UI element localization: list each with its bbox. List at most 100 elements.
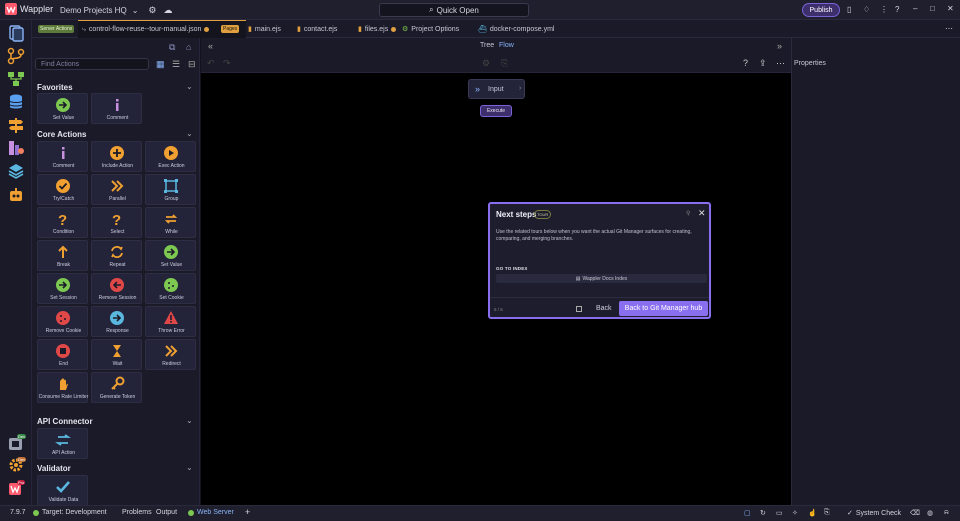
action-tile-set-value[interactable]: Set Value: [37, 93, 88, 124]
action-tile-validate-data[interactable]: Validate Data: [37, 475, 88, 505]
layers-icon[interactable]: [7, 162, 25, 180]
input-node[interactable]: » Input ›: [468, 79, 525, 99]
panel-icon[interactable]: ▢: [744, 509, 751, 517]
tab-flow[interactable]: Flow: [499, 42, 514, 49]
action-tile-consume-rate-limiter[interactable]: Consume Rate Limiter: [37, 372, 88, 403]
publish-button[interactable]: Publish: [802, 3, 840, 17]
execute-node[interactable]: Execute: [480, 105, 512, 117]
minimize-icon[interactable]: –: [913, 4, 917, 13]
target-selector[interactable]: Target: Development: [33, 509, 107, 516]
app-logo[interactable]: Wappler: [5, 3, 53, 15]
action-tile-exec-action[interactable]: Exec Action: [145, 141, 196, 172]
refresh-icon[interactable]: ↻: [760, 509, 766, 517]
chevron-down-icon[interactable]: ⌄: [186, 82, 193, 91]
grid-view-icon[interactable]: ▦: [156, 59, 165, 70]
globe-icon[interactable]: ◍: [927, 509, 933, 517]
system-check-button[interactable]: ✓ System Check: [847, 509, 901, 518]
help-icon[interactable]: ?: [895, 5, 899, 14]
eraser-icon[interactable]: ⌫: [910, 509, 920, 517]
action-tile-end[interactable]: End: [37, 339, 88, 370]
undo-icon[interactable]: ↶: [207, 58, 215, 69]
action-tile-set-value[interactable]: Set Value: [145, 240, 196, 271]
collapse-all-icon[interactable]: ⊟: [188, 59, 196, 70]
action-tile-remove-cookie[interactable]: Remove Cookie: [37, 306, 88, 337]
tab-main-ejs[interactable]: ▮ main.ejs: [244, 20, 285, 38]
back-to-git-manager-button[interactable]: Back to Git Manager hub: [619, 301, 708, 316]
back-button[interactable]: Back: [596, 305, 612, 312]
output-tab[interactable]: Output: [156, 509, 177, 516]
action-tile-group[interactable]: Group: [145, 174, 196, 205]
more-icon[interactable]: ⋮: [880, 5, 888, 14]
close-icon[interactable]: ✕: [947, 4, 954, 13]
close-icon[interactable]: ✕: [698, 208, 706, 219]
action-tile-condition[interactable]: ? Condition: [37, 207, 88, 238]
tab-overflow-icon[interactable]: ⋯: [945, 24, 953, 33]
bell-icon[interactable]: ⍾: [944, 509, 949, 517]
docs-index-button[interactable]: ▤ Wappler Docs Index: [496, 274, 707, 283]
workflow-icon[interactable]: [7, 70, 25, 88]
thumbs-up-icon[interactable]: ☝: [808, 509, 817, 517]
section-validator[interactable]: Validator: [37, 464, 71, 473]
action-tile-while[interactable]: While: [145, 207, 196, 238]
action-tile-include-action[interactable]: Include Action: [91, 141, 142, 172]
share-icon[interactable]: ⧉: [169, 42, 175, 53]
gear-icon[interactable]: ⚙: [148, 5, 156, 16]
problems-tab[interactable]: Problems: [122, 509, 152, 516]
tab-project-options[interactable]: ⚙ Project Options: [398, 20, 463, 38]
tab-contact-ejs[interactable]: ▮ contact.ejs: [293, 20, 341, 38]
section-core-actions[interactable]: Core Actions: [37, 130, 87, 139]
action-tile-remove-session[interactable]: Remove Session: [91, 273, 142, 304]
action-tile-select[interactable]: ? Select: [91, 207, 142, 238]
theme-icon[interactable]: ♢: [863, 5, 870, 14]
tab-tree[interactable]: Tree: [480, 42, 494, 49]
files-icon[interactable]: [7, 24, 25, 42]
robot-icon[interactable]: ⌂: [186, 42, 191, 52]
pin-icon[interactable]: ⚲: [686, 210, 690, 217]
action-tile-response[interactable]: Response: [91, 306, 142, 337]
resources-icon[interactable]: [7, 139, 25, 157]
layout-icon[interactable]: ▯: [847, 5, 851, 14]
add-icon[interactable]: +: [245, 507, 250, 517]
action-tile-set-cookie[interactable]: Set Cookie: [145, 273, 196, 304]
list-view-icon[interactable]: ☰: [172, 59, 180, 70]
git-icon[interactable]: [7, 47, 25, 65]
action-tile-api-action[interactable]: API Action: [37, 428, 88, 459]
remote-icon[interactable]: ☁: [163, 5, 172, 16]
collapse-right-icon[interactable]: »: [777, 41, 782, 51]
maximize-icon[interactable]: □: [930, 4, 935, 13]
section-api-connector[interactable]: API Connector: [37, 417, 93, 426]
database-icon[interactable]: [7, 93, 25, 111]
action-tile-break[interactable]: Break: [37, 240, 88, 271]
action-tile-set-session[interactable]: Set Session: [37, 273, 88, 304]
action-tile-throw-error[interactable]: Throw Error: [145, 306, 196, 337]
redo-icon[interactable]: ↷: [223, 58, 231, 69]
section-favorites[interactable]: Favorites: [37, 83, 73, 92]
action-tile-generate-token[interactable]: Generate Token: [91, 372, 142, 403]
action-tile-comment[interactable]: Comment: [37, 141, 88, 172]
action-tile-try-catch[interactable]: Try/Catch: [37, 174, 88, 205]
link-icon[interactable]: ⎘: [824, 509, 830, 517]
action-tile-comment[interactable]: Comment: [91, 93, 142, 124]
tab-docker-compose[interactable]: ⛴ docker-compose.yml: [474, 20, 558, 38]
signpost-icon[interactable]: [7, 116, 25, 134]
tab-server-action[interactable]: Server Actions: [34, 20, 78, 38]
action-tile-parallel[interactable]: Parallel: [91, 174, 142, 205]
export-icon[interactable]: ⇪: [759, 58, 767, 69]
tools-icon[interactable]: ✧: [792, 509, 798, 517]
chevron-down-icon[interactable]: ⌄: [186, 129, 193, 138]
help-icon[interactable]: ?: [743, 58, 748, 68]
tab-pages-badge[interactable]: Pages: [217, 20, 243, 38]
web-server-tab[interactable]: Web Server: [188, 509, 234, 516]
chevron-down-icon[interactable]: ⌄: [186, 416, 193, 425]
action-tile-repeat[interactable]: Repeat: [91, 240, 142, 271]
more-icon[interactable]: ⋯: [776, 58, 785, 69]
dont-show-checkbox[interactable]: [576, 306, 582, 312]
ai-robot-icon[interactable]: [7, 186, 25, 204]
project-selector[interactable]: Demo Projects HQ ⌄ ⚙ ☁: [60, 5, 172, 16]
action-tile-wait[interactable]: Wait: [91, 339, 142, 370]
action-tile-redirect[interactable]: Redirect: [145, 339, 196, 370]
chevron-down-icon[interactable]: ⌄: [186, 463, 193, 472]
quick-open-button[interactable]: ⌕ Quick Open: [379, 3, 529, 17]
find-actions-input[interactable]: Find Actions: [35, 58, 149, 70]
tab-files-ejs[interactable]: ▮ files.ejs: [354, 20, 400, 38]
